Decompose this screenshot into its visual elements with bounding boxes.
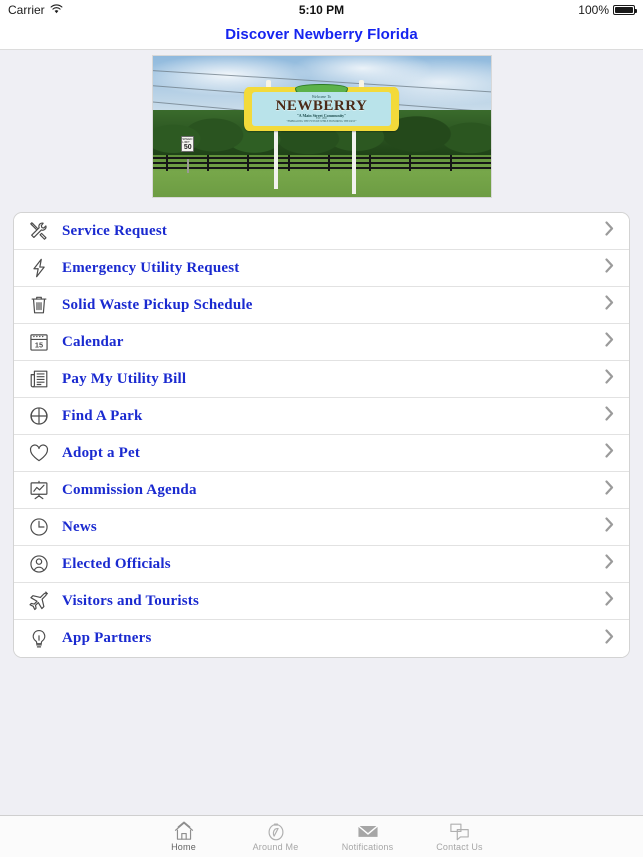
tab-notifications[interactable]: Notifications xyxy=(322,816,414,857)
clock-icon xyxy=(26,514,52,540)
menu-item-label: Elected Officials xyxy=(62,555,171,572)
battery-full-icon xyxy=(613,5,637,15)
chevron-right-icon xyxy=(605,332,619,352)
menu-item-label: Calendar xyxy=(62,333,124,350)
tab-label: Notifications xyxy=(341,842,394,852)
person-circle-icon xyxy=(26,551,52,577)
status-bar-left: Carrier xyxy=(8,3,63,17)
menu-item-adopt-a-pet[interactable]: Adopt a Pet xyxy=(14,435,629,472)
main-menu-list: Service Request Emergency Utility Reques… xyxy=(13,212,630,658)
status-bar-clock: 5:10 PM xyxy=(298,3,345,17)
status-bar-right: 100% xyxy=(578,3,637,17)
home-icon xyxy=(173,821,195,841)
navigation-bar: Discover Newberry Florida xyxy=(0,20,643,50)
menu-item-label: Visitors and Tourists xyxy=(62,592,200,609)
menu-item-label: Solid Waste Pickup Schedule xyxy=(62,296,253,313)
presentation-chart-icon xyxy=(26,477,52,503)
envelope-icon xyxy=(356,821,380,841)
chevron-right-icon xyxy=(605,443,619,463)
chevron-right-icon xyxy=(605,591,619,611)
menu-item-label: Pay My Utility Bill xyxy=(62,370,187,387)
scroll-content[interactable]: Welcome To NEWBERRY "A Main Street Commu… xyxy=(0,51,643,815)
speed-limit-sign: SPEED LIMIT 50 xyxy=(181,136,195,153)
compass-icon xyxy=(265,821,287,841)
wifi-icon xyxy=(50,3,63,17)
sign-motto: "EMBRACING THE FUTURE WHILE HONORING THE… xyxy=(286,120,357,123)
menu-item-label: App Partners xyxy=(62,630,152,646)
black-fence xyxy=(152,155,491,172)
menu-item-label: Find A Park xyxy=(62,407,143,424)
carrier-label: Carrier xyxy=(8,3,45,17)
menu-item-service-request[interactable]: Service Request xyxy=(14,213,629,250)
menu-item-label: Service Request xyxy=(62,222,168,239)
speed-limit-value: 50 xyxy=(183,144,192,151)
tab-label: Contact Us xyxy=(436,842,483,852)
sign-post-left xyxy=(274,126,279,189)
menu-item-label: Adopt a Pet xyxy=(62,444,141,461)
menu-item-find-a-park[interactable]: Find A Park xyxy=(14,398,629,435)
speed-sign-post xyxy=(186,158,189,173)
basketball-icon xyxy=(26,403,52,429)
chevron-right-icon xyxy=(605,406,619,426)
chevron-right-icon xyxy=(605,480,619,500)
chat-bubbles-icon xyxy=(448,821,472,841)
calendar-day-number: 15 xyxy=(35,341,43,350)
page-title: Discover Newberry Florida xyxy=(225,26,418,43)
tab-label: Around Me xyxy=(252,842,299,852)
chevron-right-icon xyxy=(605,628,619,649)
airplane-icon xyxy=(26,588,52,614)
chevron-right-icon xyxy=(605,295,619,315)
status-bar: Carrier 5:10 PM 100% xyxy=(0,0,643,20)
sign-city-name: NEWBERRY xyxy=(275,97,368,114)
menu-item-label: Commission Agenda xyxy=(62,481,197,498)
menu-item-news[interactable]: News xyxy=(14,509,629,546)
tab-home[interactable]: Home xyxy=(138,816,230,857)
chevron-right-icon xyxy=(605,221,619,241)
menu-item-visitors-and-tourists[interactable]: Visitors and Tourists xyxy=(14,583,629,620)
app-root: Carrier 5:10 PM 100% Discover Newberry F… xyxy=(0,0,643,857)
tab-label: Home xyxy=(171,842,196,852)
lightbulb-icon xyxy=(26,626,52,652)
menu-item-app-partners[interactable]: App Partners xyxy=(14,620,629,657)
menu-item-solid-waste-pickup-schedule[interactable]: Solid Waste Pickup Schedule xyxy=(14,287,629,324)
menu-item-elected-officials[interactable]: Elected Officials xyxy=(14,546,629,583)
battery-percent-label: 100% xyxy=(578,3,609,17)
welcome-sign: Welcome To NEWBERRY "A Main Street Commu… xyxy=(243,80,400,131)
tab-around-me[interactable]: Around Me xyxy=(230,816,322,857)
chevron-right-icon xyxy=(605,554,619,574)
chevron-right-icon xyxy=(605,369,619,389)
newberry-welcome-sign-photo: Welcome To NEWBERRY "A Main Street Commu… xyxy=(151,55,492,198)
menu-item-label: News xyxy=(62,518,97,535)
menu-item-pay-my-utility-bill[interactable]: Pay My Utility Bill xyxy=(14,361,629,398)
tab-contact-us[interactable]: Contact Us xyxy=(414,816,506,857)
menu-item-label: Emergency Utility Request xyxy=(62,259,240,276)
trash-can-icon xyxy=(26,292,52,318)
tab-bar: Home Around Me Notifications Contact Us xyxy=(0,815,643,857)
chevron-right-icon xyxy=(605,517,619,537)
menu-item-commission-agenda[interactable]: Commission Agenda xyxy=(14,472,629,509)
lightning-bolt-icon xyxy=(26,255,52,281)
heart-icon xyxy=(26,440,52,466)
menu-item-calendar[interactable]: 15 Calendar xyxy=(14,324,629,361)
calendar-icon: 15 xyxy=(26,329,52,355)
sign-post-right xyxy=(351,126,356,195)
hero-image-container: Welcome To NEWBERRY "A Main Street Commu… xyxy=(0,51,643,198)
newspaper-bill-icon xyxy=(26,366,52,392)
chevron-right-icon xyxy=(605,258,619,278)
tools-icon xyxy=(26,218,52,244)
menu-item-emergency-utility-request[interactable]: Emergency Utility Request xyxy=(14,250,629,287)
